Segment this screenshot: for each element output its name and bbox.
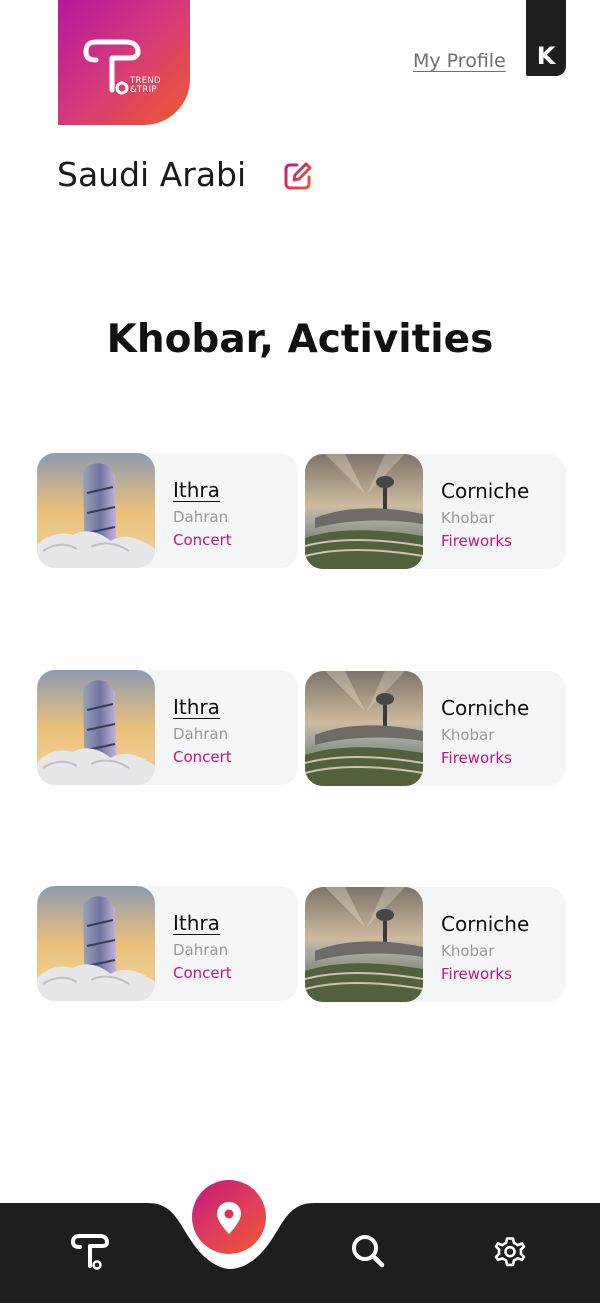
logo-line-2: &TRIP (130, 85, 157, 95)
activity-card[interactable]: Ithra Dahran Concert (37, 670, 298, 785)
activity-name[interactable]: Corniche (441, 696, 529, 720)
activity-card[interactable]: Ithra Dahran Concert (37, 453, 298, 568)
activity-category: Concert (173, 531, 232, 549)
activity-name[interactable]: Corniche (441, 479, 529, 503)
activity-category: Concert (173, 748, 232, 766)
activity-category: Fireworks (441, 532, 512, 550)
home-logo-icon[interactable] (70, 1232, 110, 1272)
search-icon[interactable] (350, 1233, 386, 1269)
activity-location: Dahran (173, 508, 229, 526)
ithra-photo (37, 453, 155, 568)
ithra-photo (37, 886, 155, 1001)
activity-category: Fireworks (441, 965, 512, 983)
corniche-photo (305, 671, 423, 786)
country-title: Saudi Arabi (57, 155, 247, 194)
settings-gear-icon[interactable] (492, 1234, 528, 1270)
activity-category: Fireworks (441, 749, 512, 767)
avatar[interactable]: K (526, 0, 566, 76)
activity-card[interactable]: Corniche Khobar Fireworks (305, 887, 566, 1002)
corniche-photo (305, 454, 423, 569)
activity-location: Khobar (441, 509, 495, 527)
location-pin-button[interactable] (192, 1180, 266, 1254)
section-title: Khobar, Activities (106, 317, 494, 362)
activity-location: Khobar (441, 726, 495, 744)
ithra-photo (37, 670, 155, 785)
activity-category: Concert (173, 964, 232, 982)
activity-card[interactable]: Ithra Dahran Concert (37, 886, 298, 1001)
activity-name[interactable]: Ithra (173, 478, 220, 502)
activity-name[interactable]: Ithra (173, 911, 220, 935)
activity-name[interactable]: Corniche (441, 912, 529, 936)
activity-location: Dahran (173, 725, 229, 743)
activity-location: Dahran (173, 941, 229, 959)
activity-name[interactable]: Ithra (173, 695, 220, 719)
edit-icon[interactable] (282, 160, 314, 192)
activity-location: Khobar (441, 942, 495, 960)
activity-card[interactable]: Corniche Khobar Fireworks (305, 454, 566, 569)
location-pin-icon (217, 1202, 241, 1234)
my-profile-link[interactable]: My Profile (413, 50, 506, 72)
brand-logo[interactable]: TREND &TRIP (58, 0, 190, 125)
corniche-photo (305, 887, 423, 1002)
activity-card[interactable]: Corniche Khobar Fireworks (305, 671, 566, 786)
